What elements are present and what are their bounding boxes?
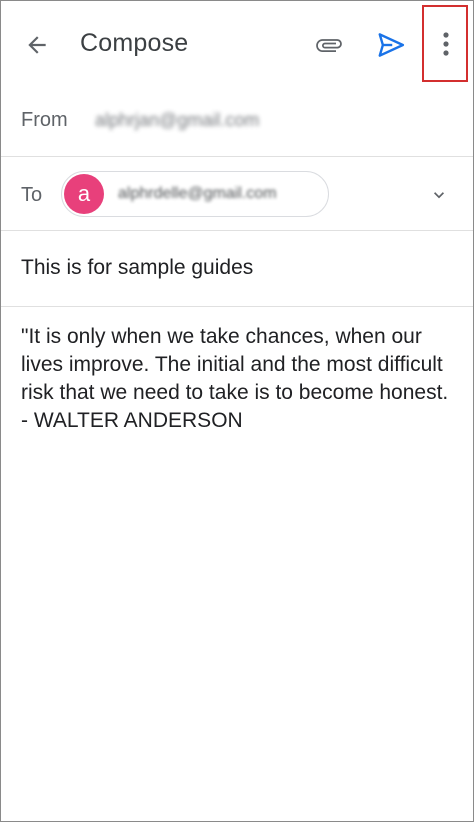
to-row: To a alphrdelle@gmail.com [1,157,473,231]
attach-button[interactable] [309,25,349,65]
to-label: To [21,184,43,206]
chevron-down-icon [429,185,449,205]
from-address[interactable]: alphrjan@gmail.com [95,110,259,131]
more-vertical-icon [442,31,450,57]
from-label: From [21,109,68,131]
recipient-chip[interactable]: a alphrdelle@gmail.com [61,171,329,217]
send-button[interactable] [369,25,413,65]
back-button[interactable] [17,25,57,65]
back-arrow-icon [24,32,50,58]
avatar: a [64,174,104,214]
send-icon [376,30,406,60]
email-body[interactable]: "It is only when we take chances, when o… [21,323,461,435]
recipient-address: alphrdelle@gmail.com [118,185,277,202]
top-app-bar: Compose [1,1,473,85]
from-row: From alphrjan@gmail.com [1,85,473,157]
paperclip-icon [315,31,343,59]
expand-recipients-button[interactable] [421,177,457,213]
subject-row[interactable]: This is for sample guides [1,231,473,307]
subject-field[interactable]: This is for sample guides [21,256,253,280]
more-options-button[interactable] [422,5,470,83]
compose-screen: Compose From alphrjan@gmail.com To a alp… [0,0,474,822]
page-title: Compose [80,29,189,57]
